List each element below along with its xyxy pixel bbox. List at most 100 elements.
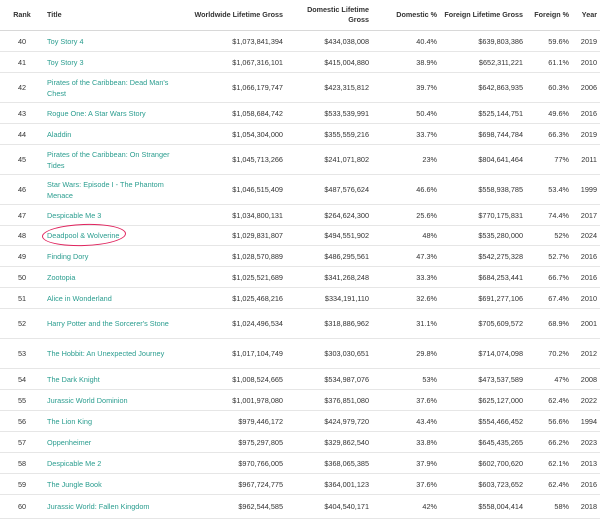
cell-foreign-pct: 70.2% — [526, 338, 572, 369]
cell-domestic-gross: $424,979,720 — [286, 410, 372, 432]
movie-title-link[interactable]: Harry Potter and the Sorcerer's Stone — [47, 319, 169, 328]
cell-rank: 59 — [0, 473, 44, 495]
movie-title-link[interactable]: The Lion King — [47, 417, 92, 426]
cell-worldwide-gross: $975,297,805 — [180, 431, 286, 453]
cell-foreign-gross: $770,175,831 — [440, 204, 526, 226]
cell-foreign-gross: $602,700,620 — [440, 452, 526, 474]
cell-foreign-pct: 62.1% — [526, 452, 572, 474]
cell-rank: 45 — [0, 144, 44, 175]
movie-title-link[interactable]: Zootopia — [47, 273, 75, 282]
cell-foreign-pct: 66.3% — [526, 123, 572, 145]
table-row: 46 Star Wars: Episode I - The Phantom Me… — [0, 174, 600, 205]
movie-title-link[interactable]: Jurassic World: Fallen Kingdom — [47, 502, 149, 511]
header-foreign-pct[interactable]: Foreign % — [526, 0, 572, 31]
cell-domestic-gross: $364,001,123 — [286, 473, 372, 495]
cell-domestic-pct: 48% — [372, 225, 440, 246]
table-row: 40 Toy Story 4 $1,073,841,394 $434,038,0… — [0, 30, 600, 52]
table-row: 47 Despicable Me 3 $1,034,800,131 $264,6… — [0, 204, 600, 226]
movie-title-link[interactable]: Oppenheimer — [47, 438, 91, 447]
table-row: 48 Deadpool & Wolverine $1,029,831,807 $… — [0, 225, 600, 246]
cell-foreign-pct: 66.2% — [526, 431, 572, 453]
cell-domestic-pct: 42% — [372, 494, 440, 519]
cell-year: 2010 — [572, 51, 600, 73]
header-worldwide-gross[interactable]: Worldwide Lifetime Gross — [180, 0, 286, 31]
cell-title: Star Wars: Episode I - The Phantom Menac… — [44, 174, 180, 205]
movie-title-link[interactable]: Alice in Wonderland — [47, 294, 112, 303]
cell-title: Aladdin — [44, 123, 180, 145]
cell-domestic-gross: $533,539,991 — [286, 102, 372, 124]
cell-foreign-pct: 56.6% — [526, 410, 572, 432]
cell-foreign-gross: $645,435,265 — [440, 431, 526, 453]
cell-year: 2022 — [572, 389, 600, 411]
box-office-table: Rank Title Worldwide Lifetime Gross Dome… — [0, 0, 600, 519]
movie-title-link[interactable]: Rogue One: A Star Wars Story — [47, 109, 146, 118]
cell-foreign-pct: 77% — [526, 144, 572, 175]
movie-title-link[interactable]: Pirates of the Caribbean: Dead Man's Che… — [47, 78, 168, 98]
cell-domestic-gross: $423,315,812 — [286, 72, 372, 103]
header-title[interactable]: Title — [44, 0, 180, 31]
movie-title-link[interactable]: The Jungle Book — [47, 480, 102, 489]
cell-rank: 49 — [0, 245, 44, 267]
cell-rank: 50 — [0, 266, 44, 288]
cell-year: 2016 — [572, 473, 600, 495]
cell-foreign-pct: 53.4% — [526, 174, 572, 205]
cell-foreign-gross: $625,127,000 — [440, 389, 526, 411]
cell-foreign-gross: $473,537,589 — [440, 368, 526, 390]
cell-rank: 60 — [0, 494, 44, 519]
cell-worldwide-gross: $1,029,831,807 — [180, 225, 286, 246]
movie-title-link[interactable]: Pirates of the Caribbean: On Stranger Ti… — [47, 150, 170, 170]
cell-domestic-pct: 25.6% — [372, 204, 440, 226]
cell-worldwide-gross: $1,058,684,742 — [180, 102, 286, 124]
cell-foreign-gross: $542,275,328 — [440, 245, 526, 267]
cell-foreign-gross: $558,004,414 — [440, 494, 526, 519]
cell-year: 1999 — [572, 174, 600, 205]
cell-worldwide-gross: $1,025,521,689 — [180, 266, 286, 288]
movie-title-link[interactable]: Toy Story 3 — [47, 58, 84, 67]
movie-title-link[interactable]: Deadpool & Wolverine — [47, 231, 119, 240]
table-row: 45 Pirates of the Caribbean: On Stranger… — [0, 144, 600, 175]
movie-title-link[interactable]: Despicable Me 3 — [47, 211, 101, 220]
movie-title-link[interactable]: Toy Story 4 — [47, 37, 84, 46]
cell-rank: 52 — [0, 308, 44, 339]
cell-year: 2016 — [572, 245, 600, 267]
cell-year: 2024 — [572, 225, 600, 246]
cell-domestic-gross: $376,851,080 — [286, 389, 372, 411]
cell-domestic-pct: 32.6% — [372, 287, 440, 309]
cell-domestic-gross: $368,065,385 — [286, 452, 372, 474]
cell-foreign-gross: $705,609,572 — [440, 308, 526, 339]
cell-domestic-gross: $487,576,624 — [286, 174, 372, 205]
cell-title: Oppenheimer — [44, 431, 180, 453]
movie-title-link[interactable]: Finding Dory — [47, 252, 88, 261]
cell-foreign-pct: 68.9% — [526, 308, 572, 339]
cell-domestic-pct: 40.4% — [372, 30, 440, 52]
cell-worldwide-gross: $962,544,585 — [180, 494, 286, 519]
movie-title-link[interactable]: Star Wars: Episode I - The Phantom Menac… — [47, 180, 164, 200]
table-row: 55 Jurassic World Dominion $1,001,978,08… — [0, 389, 600, 411]
cell-domestic-pct: 53% — [372, 368, 440, 390]
cell-title: Rogue One: A Star Wars Story — [44, 102, 180, 124]
cell-worldwide-gross: $1,054,304,000 — [180, 123, 286, 145]
header-rank[interactable]: Rank — [0, 0, 44, 31]
cell-foreign-pct: 67.4% — [526, 287, 572, 309]
cell-domestic-pct: 43.4% — [372, 410, 440, 432]
movie-title-link[interactable]: Despicable Me 2 — [47, 459, 101, 468]
cell-year: 2010 — [572, 287, 600, 309]
cell-rank: 44 — [0, 123, 44, 145]
cell-worldwide-gross: $1,046,515,409 — [180, 174, 286, 205]
cell-foreign-pct: 52% — [526, 225, 572, 246]
cell-rank: 46 — [0, 174, 44, 205]
cell-worldwide-gross: $1,067,316,101 — [180, 51, 286, 73]
movie-title-link[interactable]: Jurassic World Dominion — [47, 396, 128, 405]
header-domestic-pct[interactable]: Domestic % — [372, 0, 440, 31]
cell-year: 2018 — [572, 494, 600, 519]
movie-title-link[interactable]: The Dark Knight — [47, 375, 100, 384]
header-foreign-gross[interactable]: Foreign Lifetime Gross — [440, 0, 526, 31]
header-year[interactable]: Year — [572, 0, 600, 31]
cell-foreign-pct: 61.1% — [526, 51, 572, 73]
header-domestic-gross[interactable]: Domestic Lifetime Gross — [286, 0, 372, 31]
movie-title-link[interactable]: The Hobbit: An Unexpected Journey — [47, 349, 164, 358]
cell-foreign-pct: 59.6% — [526, 30, 572, 52]
cell-worldwide-gross: $1,066,179,747 — [180, 72, 286, 103]
cell-foreign-gross: $691,277,106 — [440, 287, 526, 309]
movie-title-link[interactable]: Aladdin — [47, 130, 71, 139]
